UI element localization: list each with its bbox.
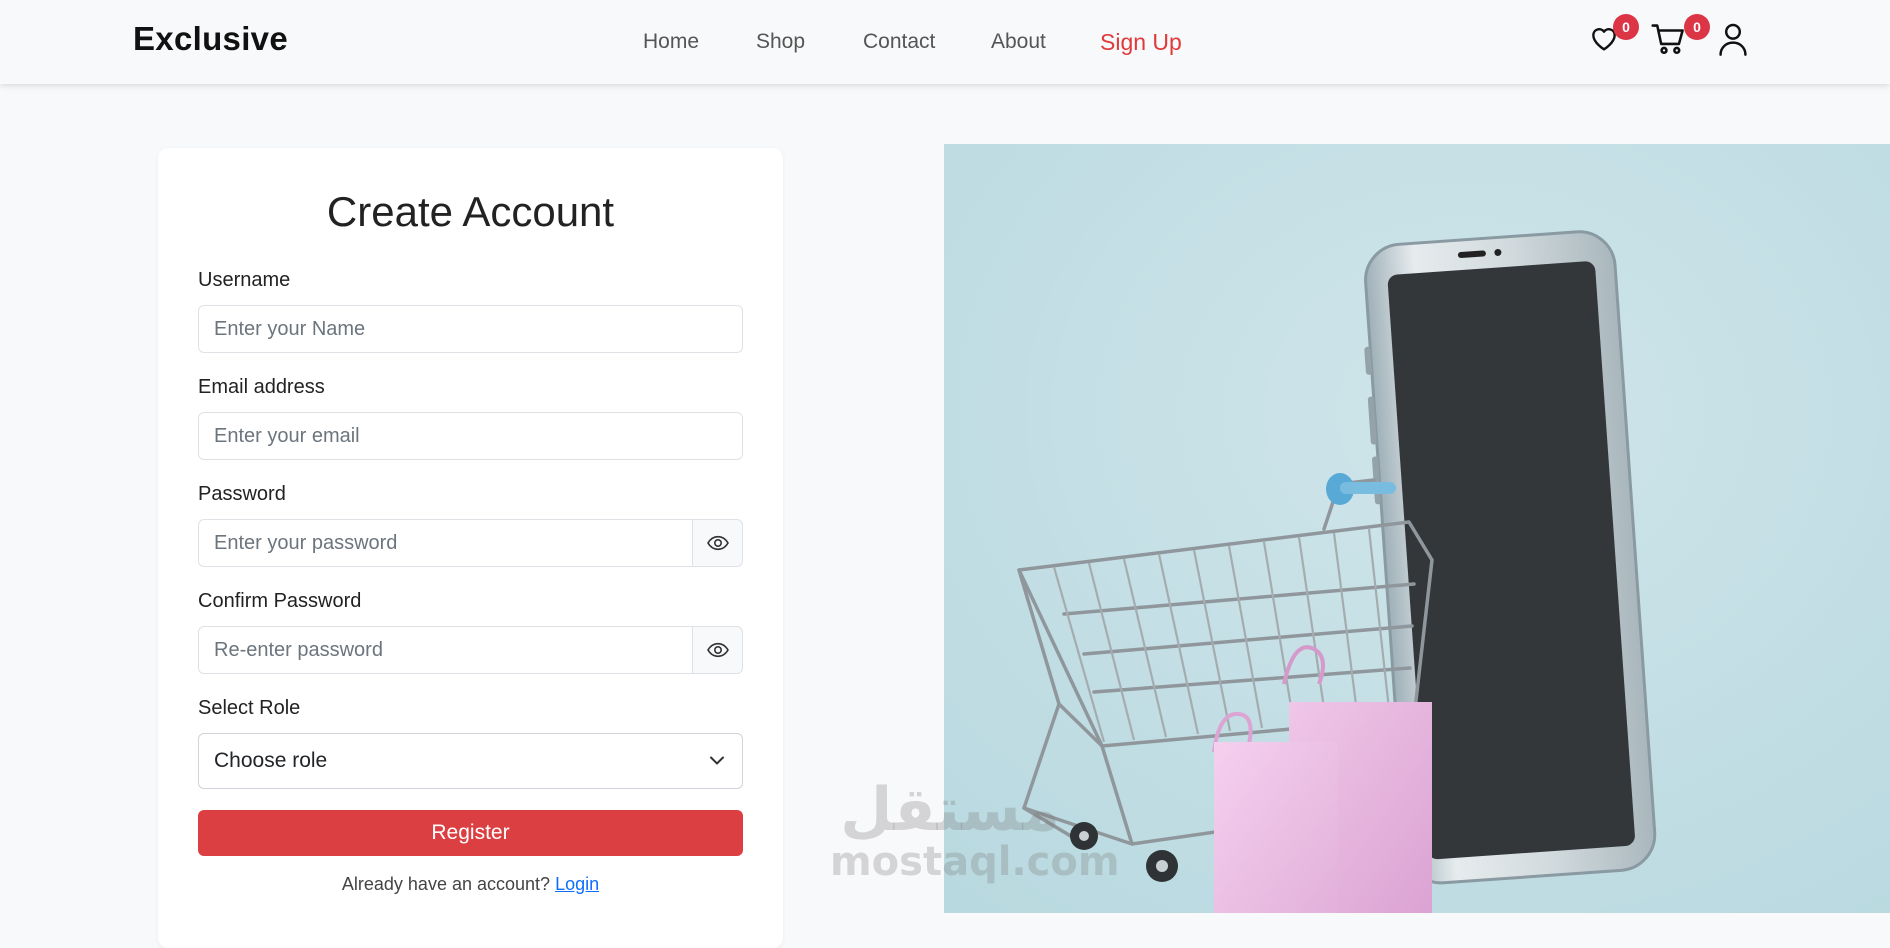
nav-shop[interactable]: Shop <box>756 30 805 54</box>
confirm-password-label: Confirm Password <box>198 590 362 612</box>
toggle-password-visibility-button[interactable] <box>693 519 743 567</box>
brand-logo[interactable]: Exclusive <box>133 20 288 58</box>
role-select[interactable]: Choose role <box>198 733 743 789</box>
role-label: Select Role <box>198 697 301 719</box>
page-title: Create Account <box>326 188 615 235</box>
nav-contact[interactable]: Contact <box>863 30 935 54</box>
nav-sign-up[interactable]: Sign Up <box>1100 29 1182 56</box>
username-input[interactable] <box>198 305 743 353</box>
login-prompt-text: Already have an account? <box>341 874 551 894</box>
role-selected-value: Choose role <box>214 749 328 772</box>
watermark: مستقل mostaql.com <box>830 775 1120 885</box>
eye-icon <box>706 642 729 658</box>
signup-card: Create Account Username Email address Pa… <box>158 148 783 948</box>
email-input[interactable] <box>198 412 743 460</box>
cart-button[interactable]: 0 <box>1650 14 1710 62</box>
watermark-arabic: مستقل <box>840 775 1060 845</box>
wishlist-count-badge: 0 <box>1613 14 1639 40</box>
cart-count-badge: 0 <box>1684 14 1710 40</box>
login-link[interactable]: Login <box>555 874 599 894</box>
nav-about[interactable]: About <box>991 30 1046 54</box>
register-button[interactable]: Register <box>198 810 743 856</box>
top-navbar: Exclusive Home Shop Contact About Sign U… <box>0 0 1890 84</box>
email-label: Email address <box>198 376 325 398</box>
username-label: Username <box>198 269 291 291</box>
confirm-password-input[interactable] <box>198 626 693 674</box>
password-label: Password <box>198 483 286 505</box>
nav-home[interactable]: Home <box>643 30 699 54</box>
wishlist-button[interactable]: 0 <box>1588 14 1639 62</box>
password-input[interactable] <box>198 519 693 567</box>
shopping-cart-phone-illustration <box>944 144 1890 913</box>
watermark-latin: mostaql.com <box>830 839 1120 885</box>
toggle-confirm-password-visibility-button[interactable] <box>693 626 743 674</box>
eye-icon <box>706 535 729 551</box>
chevron-down-icon <box>710 756 724 765</box>
user-icon <box>1719 23 1747 56</box>
cart-icon <box>1651 24 1684 55</box>
login-prompt: Already have an account? Login <box>158 874 783 895</box>
hero-image <box>944 144 1890 913</box>
account-button[interactable] <box>1718 18 1762 62</box>
